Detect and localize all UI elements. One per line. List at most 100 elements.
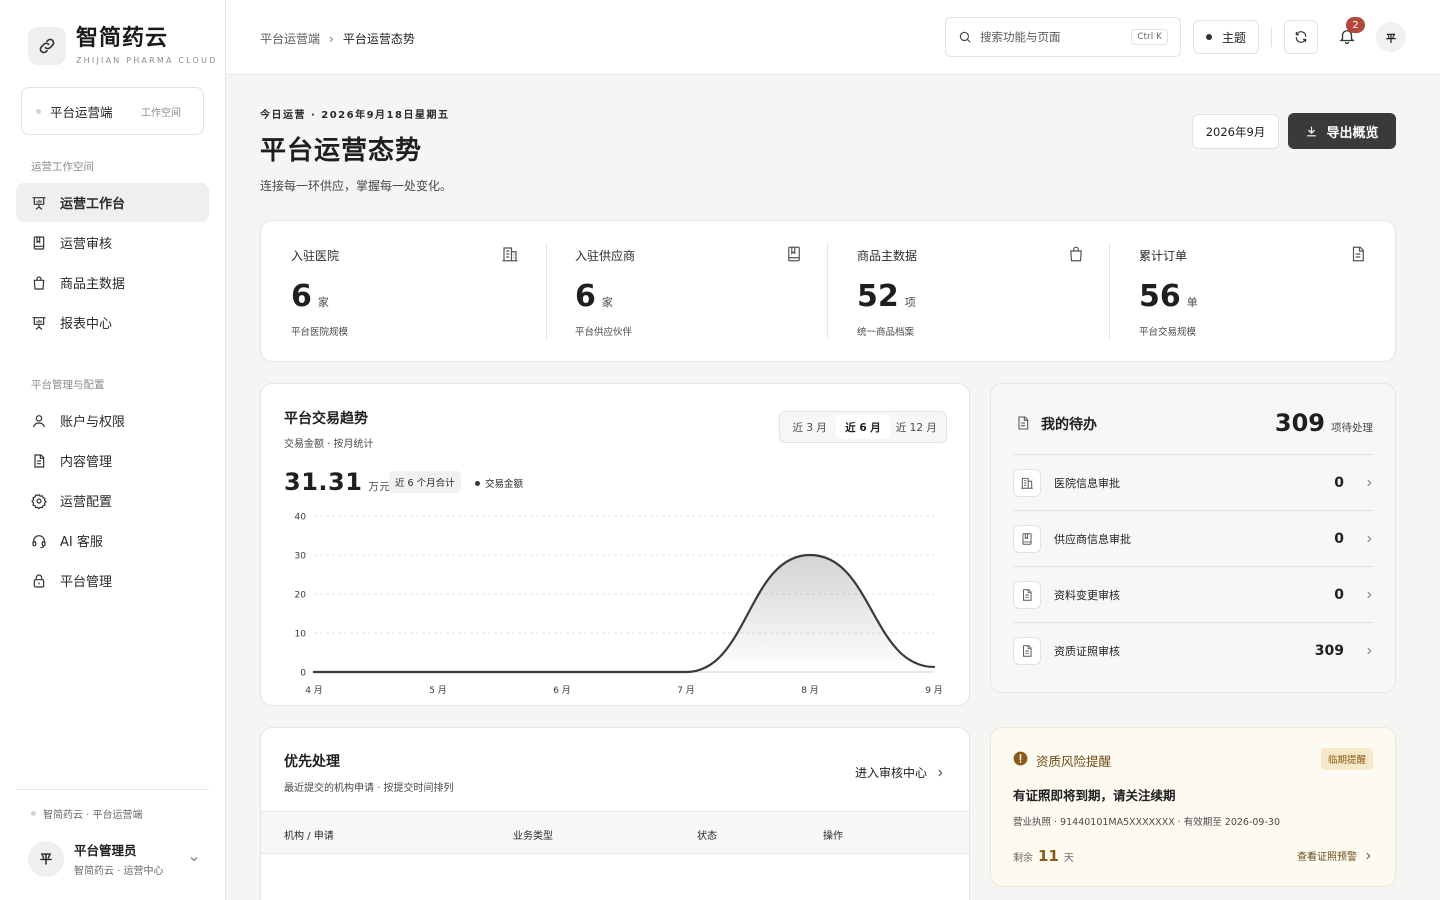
breadcrumb-separator: › bbox=[329, 31, 334, 46]
notification-badge: 2 bbox=[1346, 17, 1365, 33]
chevron-right-icon bbox=[1367, 479, 1372, 486]
remaining-suffix: 天 bbox=[1063, 853, 1074, 864]
stat-caption: 平台医院规模 bbox=[291, 327, 349, 338]
presentation-icon bbox=[32, 316, 46, 330]
chevron-down-icon bbox=[190, 856, 198, 861]
stat-value-row: 56 单 bbox=[1139, 279, 1198, 314]
y-tick-label: 40 bbox=[295, 513, 307, 523]
nav-item-ai-service[interactable]: AI 客服 bbox=[16, 521, 209, 560]
review-center-link[interactable]: 进入审核中心 bbox=[855, 764, 945, 781]
x-tick-label: 4 月 bbox=[305, 685, 323, 696]
nav-item-content[interactable]: 内容管理 bbox=[16, 441, 209, 480]
todo-count-row: 309 项待处理 bbox=[1275, 409, 1373, 437]
search-input[interactable]: 搜索功能与页面 Ctrl K bbox=[945, 17, 1181, 57]
stat-hospitals[interactable]: 入驻医院 6家 平台医院规模 bbox=[261, 221, 545, 361]
breadcrumb-item[interactable]: 平台运营端 bbox=[260, 30, 320, 47]
nav-item-label: 报表中心 bbox=[60, 317, 113, 332]
nav-item-accounts[interactable]: 账户与权限 bbox=[16, 401, 209, 440]
stat-suppliers[interactable]: 入驻供应商 6家 平台供应伙伴 bbox=[545, 221, 829, 361]
priority-subtitle: 最近提交的机构申请 · 按提交时间排列 bbox=[284, 783, 454, 794]
document-icon bbox=[1013, 636, 1041, 665]
link-icon bbox=[28, 26, 66, 65]
x-tick-label: 7 月 bbox=[677, 685, 695, 696]
workspace-switcher[interactable]: 平台运营端 工作空间 bbox=[21, 87, 204, 135]
divider bbox=[1271, 27, 1272, 47]
risk-title: 资质风险提醒 bbox=[1036, 754, 1112, 769]
brand[interactable]: 智简药云 ZHIJIAN PHARMA CLOUD bbox=[28, 26, 217, 65]
stat-value: 52 bbox=[857, 279, 899, 314]
nav-item-product-master[interactable]: 商品主数据 bbox=[16, 263, 209, 302]
todo-item-data-change[interactable]: 资料变更审核 0 bbox=[1013, 566, 1374, 622]
breadcrumb: 平台运营端 › 平台运营态势 bbox=[260, 30, 415, 47]
page-title: 平台运营态势 bbox=[260, 136, 423, 166]
stat-unit: 家 bbox=[317, 296, 329, 309]
todo-item-hospital[interactable]: 医院信息审批 0 bbox=[1013, 454, 1374, 510]
todo-value: 0 bbox=[1334, 474, 1344, 491]
page-tagline: 连接每一环供应，掌握每一处变化。 bbox=[260, 179, 453, 193]
theme-label: 主题 bbox=[1221, 30, 1246, 45]
building-icon bbox=[1013, 468, 1041, 497]
todo-item-supplier[interactable]: 供应商信息审批 0 bbox=[1013, 510, 1374, 566]
column-header: 状态 bbox=[697, 831, 717, 842]
document-icon bbox=[34, 453, 45, 468]
avatar: 平 bbox=[28, 840, 64, 877]
stat-orders[interactable]: 累计订单 56 单 平台交易规模 bbox=[1109, 221, 1393, 361]
nav-item-platform-admin[interactable]: 平台管理 bbox=[16, 561, 209, 600]
document-icon bbox=[1018, 416, 1029, 430]
column-header: 操作 bbox=[823, 831, 843, 842]
trend-card: 平台交易趋势 交易金额 · 按月统计 近 3 月 近 6 月 近 12 月 31… bbox=[260, 383, 970, 706]
breadcrumb-current: 平台运营态势 bbox=[342, 32, 415, 46]
shopping-bag-icon bbox=[1070, 246, 1082, 262]
user-menu[interactable]: 平 平台管理员 智简药云 · 运营中心 bbox=[28, 840, 200, 877]
todo-count-label: 项待处理 bbox=[1331, 422, 1373, 434]
nav-item-ops-review[interactable]: 运营审核 bbox=[16, 223, 209, 262]
theme-button[interactable]: 主题 bbox=[1193, 20, 1259, 54]
brand-name: 智简药云 bbox=[76, 26, 169, 51]
building-icon bbox=[502, 247, 518, 262]
x-tick-label: 8 月 bbox=[801, 685, 819, 696]
nav-item-ops-workbench[interactable]: 运营工作台 bbox=[16, 183, 209, 222]
priority-card: 优先处理 最近提交的机构申请 · 按提交时间排列 进入审核中心 机构 / 申请 … bbox=[260, 727, 970, 900]
stat-caption: 统一商品档案 bbox=[857, 327, 915, 338]
stat-value-row: 6家 bbox=[291, 279, 329, 314]
chevron-right-icon bbox=[938, 769, 943, 776]
todo-value: 309 bbox=[1314, 642, 1344, 659]
todo-count: 309 bbox=[1274, 409, 1325, 437]
license-warning-link[interactable]: 查看证照预警 bbox=[1297, 848, 1373, 863]
stat-caption: 平台交易规模 bbox=[1139, 327, 1197, 338]
nav-item-label: 运营工作台 bbox=[60, 197, 126, 212]
avatar[interactable]: 平 bbox=[1376, 22, 1406, 52]
todo-item-license[interactable]: 资质证照审核 309 bbox=[1013, 622, 1374, 678]
todo-label: 资料变更审核 bbox=[1054, 588, 1120, 602]
nav-item-label: 运营配置 bbox=[60, 495, 113, 510]
user-name: 平台管理员 bbox=[74, 843, 137, 858]
stat-label: 入驻医院 bbox=[291, 249, 340, 263]
headset-icon bbox=[32, 534, 46, 548]
book-icon bbox=[788, 246, 800, 262]
nav-item-label: 内容管理 bbox=[60, 455, 113, 470]
refresh-button[interactable] bbox=[1284, 20, 1318, 54]
nav-item-report-center[interactable]: 报表中心 bbox=[16, 303, 209, 342]
shopping-bag-icon bbox=[33, 275, 45, 290]
search-placeholder: 搜索功能与页面 bbox=[980, 30, 1061, 44]
stat-label: 商品主数据 bbox=[857, 249, 918, 263]
nav-item-label: 商品主数据 bbox=[60, 277, 126, 292]
nav-item-ops-config[interactable]: 运营配置 bbox=[16, 481, 209, 520]
stat-caption: 平台供应伙伴 bbox=[575, 327, 633, 338]
risk-remaining: 剩余 11 天 bbox=[1013, 847, 1074, 865]
status-dot bbox=[31, 811, 36, 816]
export-button[interactable]: 导出概览 bbox=[1288, 113, 1396, 149]
risk-tag: 临期提醒 bbox=[1320, 748, 1373, 770]
month-picker[interactable]: 2026年9月 bbox=[1192, 114, 1279, 149]
table-header: 机构 / 申请 业务类型 状态 操作 bbox=[261, 811, 969, 854]
x-tick-label: 6 月 bbox=[553, 685, 571, 696]
chevron-right-icon bbox=[1367, 535, 1372, 542]
todo-label: 医院信息审批 bbox=[1054, 476, 1120, 490]
page-eyebrow: 今日运营 · 2026年9月18日星期五 bbox=[260, 110, 450, 121]
nav-item-label: 账户与权限 bbox=[60, 415, 126, 430]
stat-products[interactable]: 商品主数据 52 项 统一商品档案 bbox=[827, 221, 1111, 361]
stat-unit: 项 bbox=[904, 296, 916, 309]
stat-value-row: 52 项 bbox=[857, 279, 916, 314]
remaining-prefix: 剩余 bbox=[1013, 853, 1033, 864]
stat-value: 56 bbox=[1139, 279, 1181, 314]
